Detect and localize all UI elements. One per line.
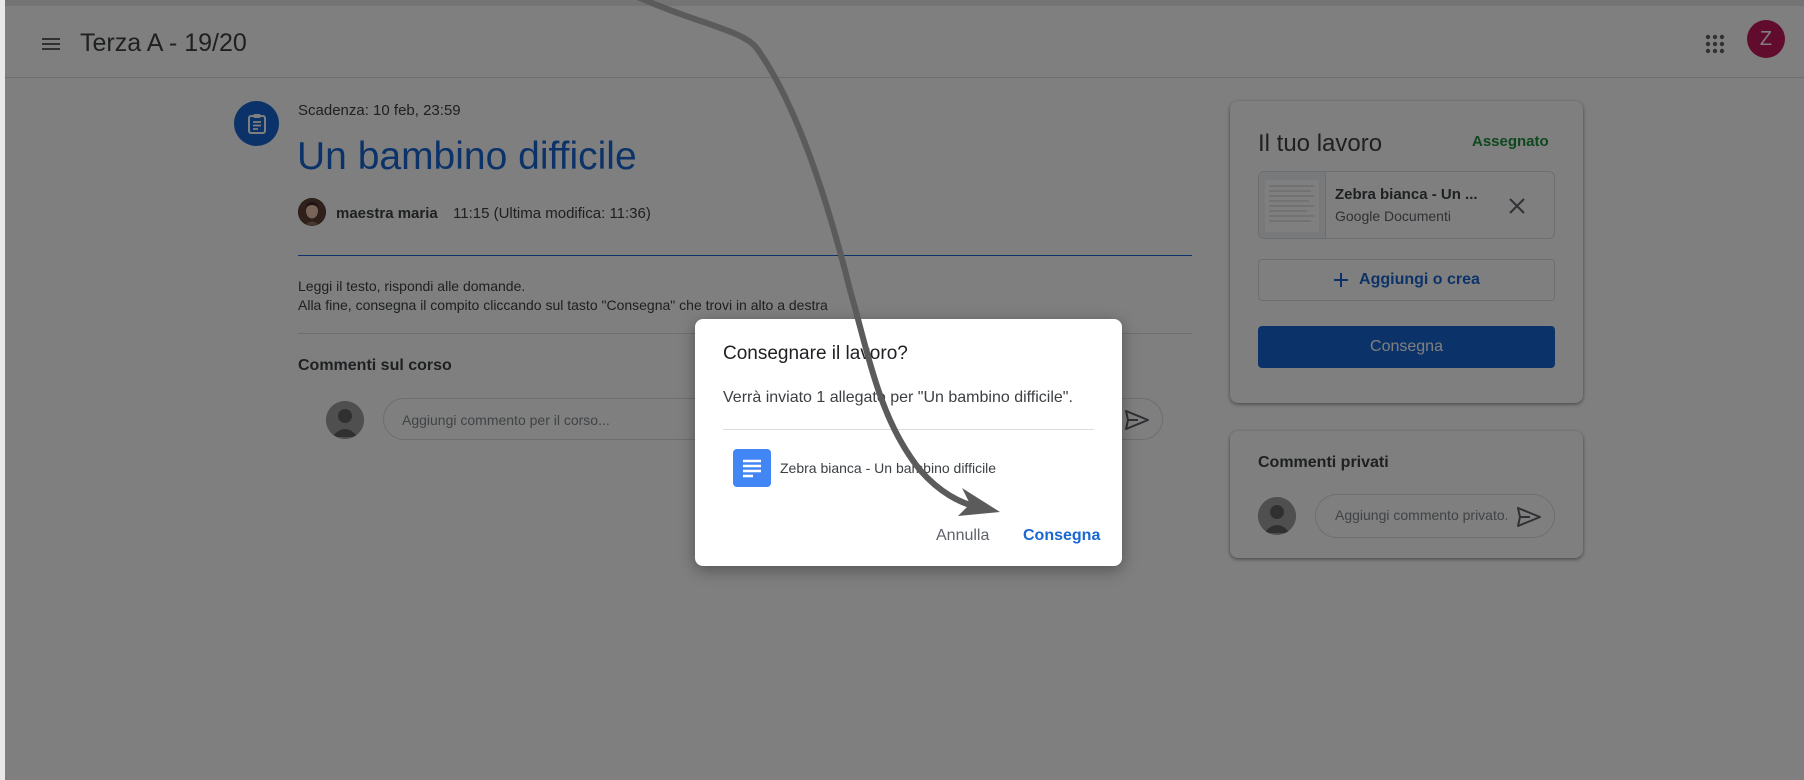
annotation-arrow: [637, 0, 1000, 516]
classroom-page: Terza A - 19/20 Z Scadenza: 10 feb, 23:5…: [0, 0, 1804, 780]
screen-border-left: [0, 0, 5, 780]
